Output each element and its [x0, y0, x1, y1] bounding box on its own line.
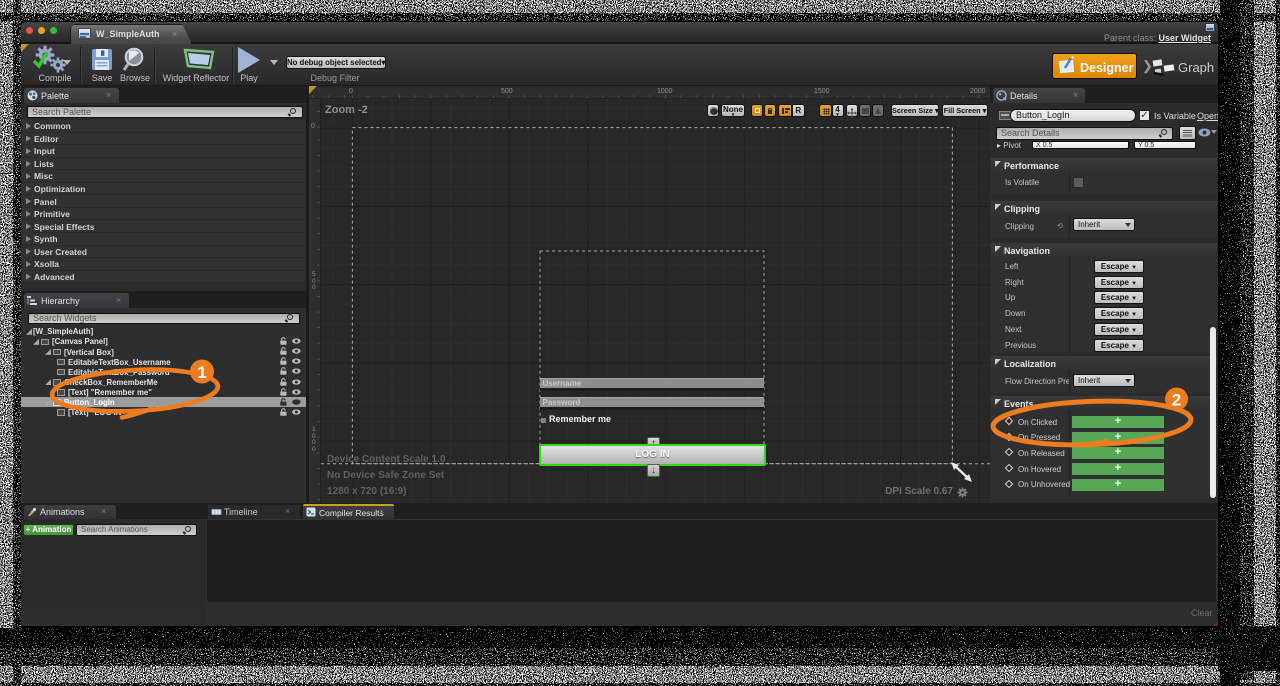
- svg-text:2: 2: [1172, 391, 1181, 410]
- svg-text:1: 1: [197, 363, 206, 382]
